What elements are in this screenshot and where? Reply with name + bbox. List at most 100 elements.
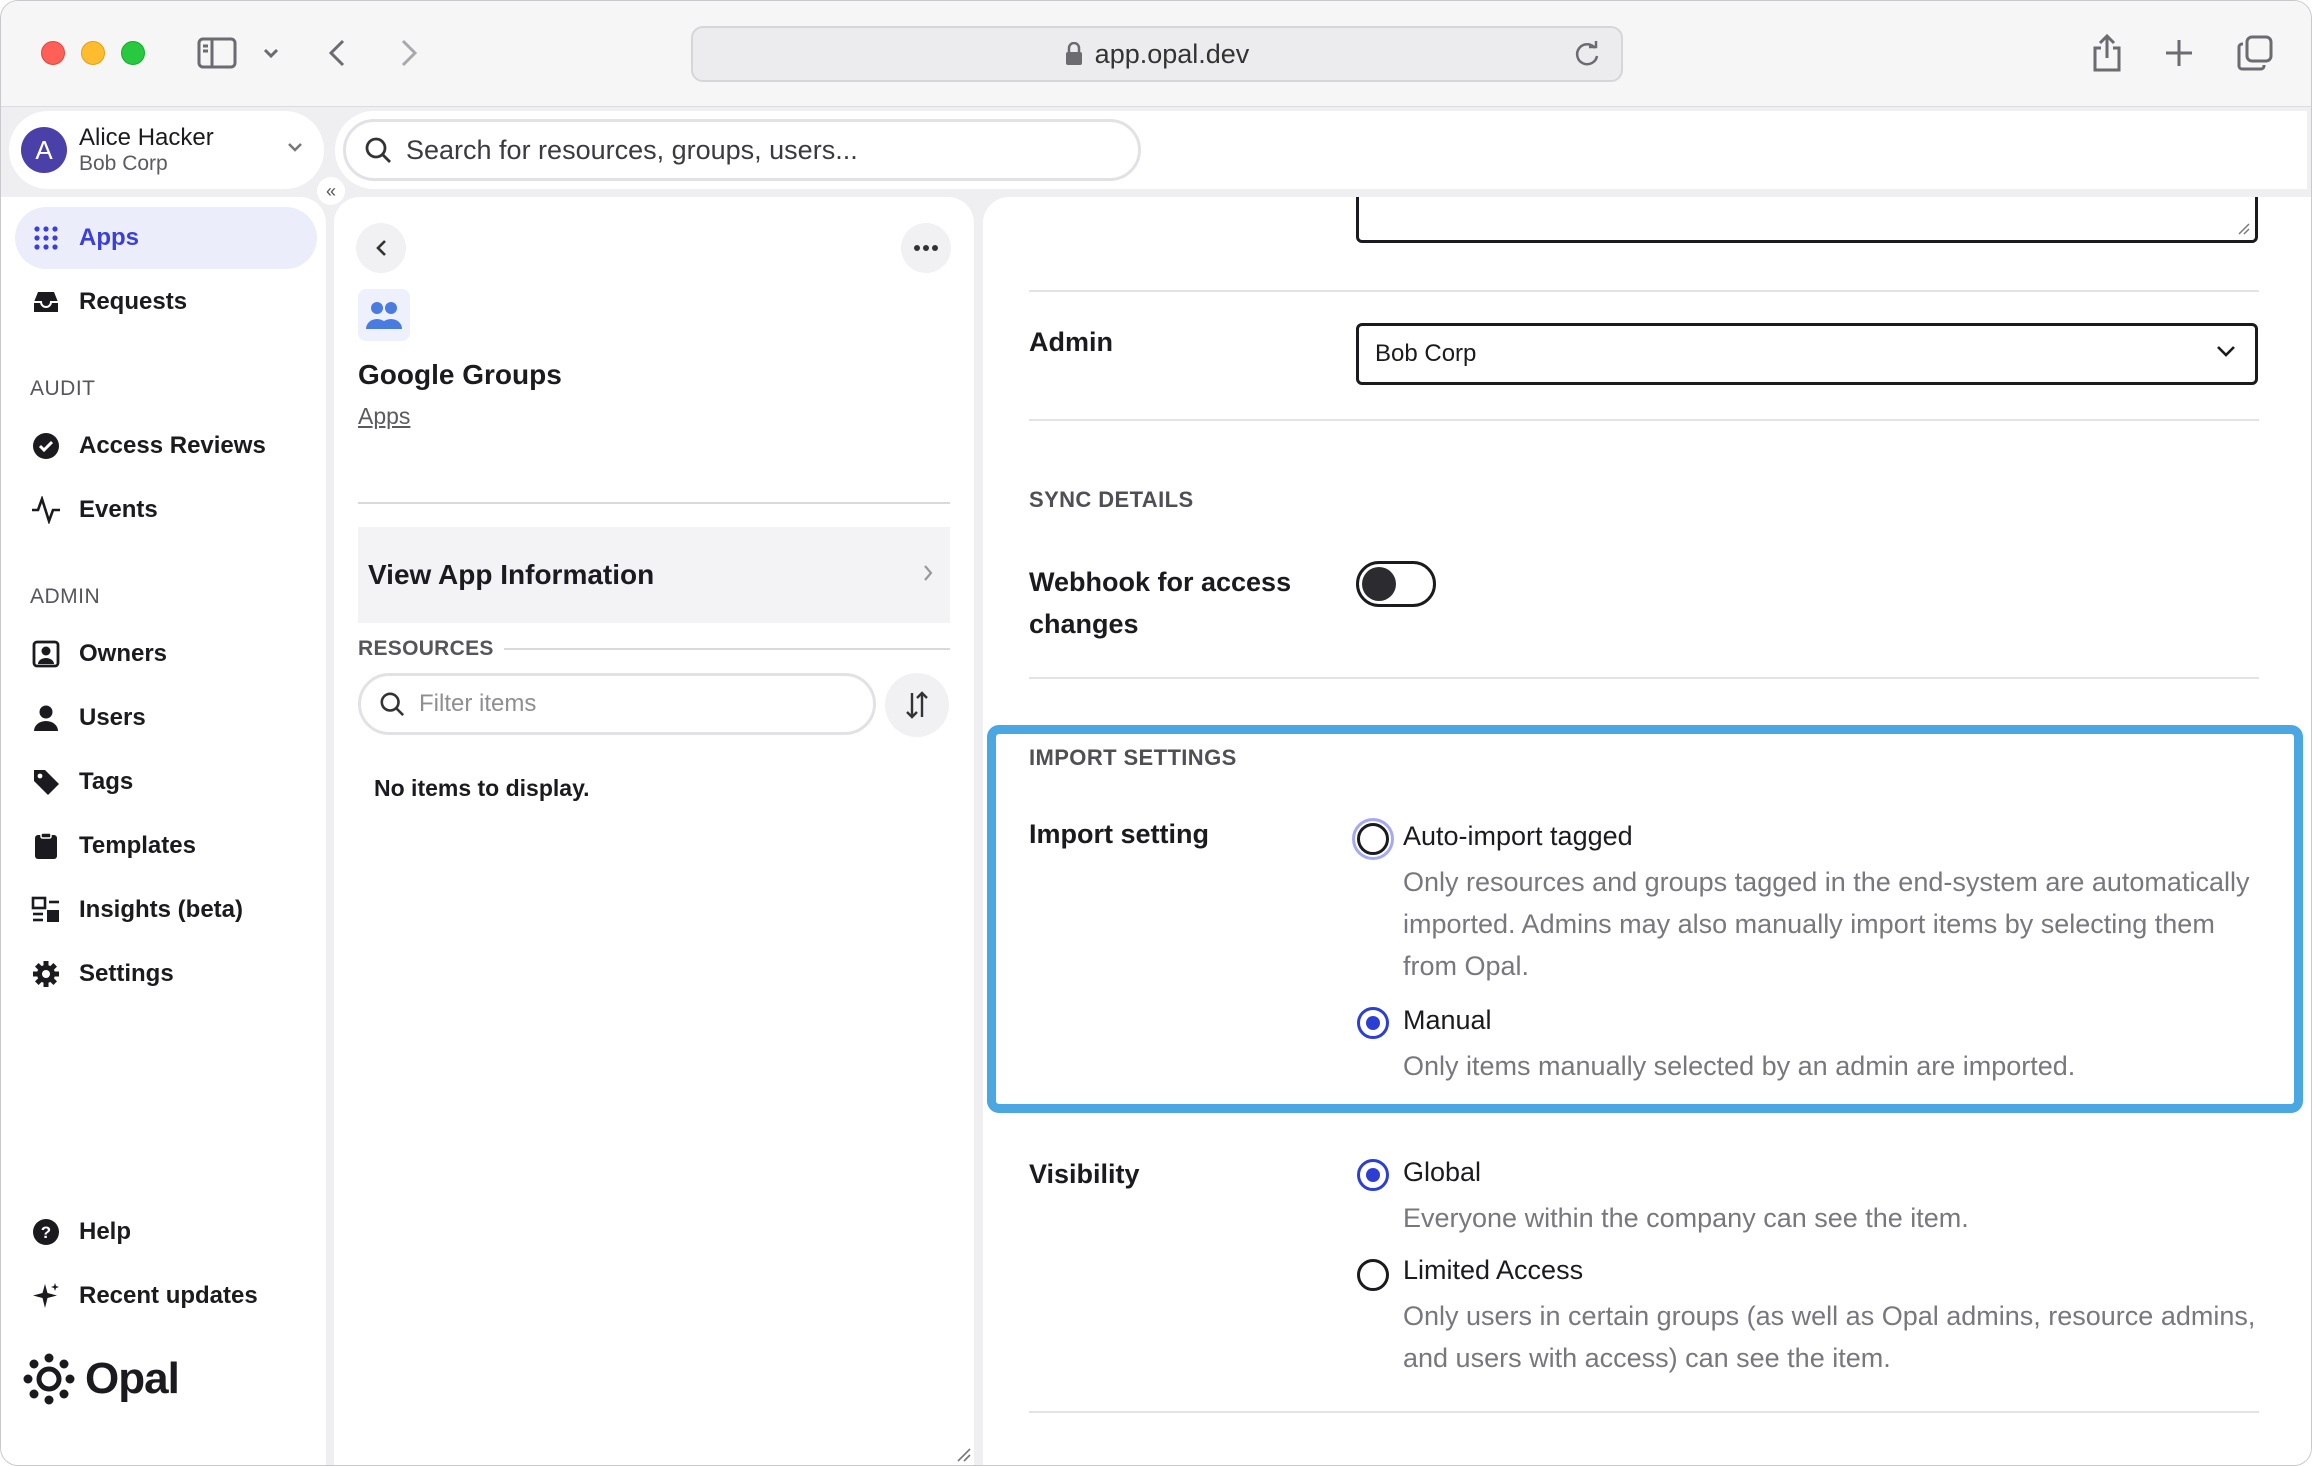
divider <box>1029 290 2259 292</box>
browser-window: app.opal.dev A Alice Hacker Bob Corp « S… <box>0 0 2312 1466</box>
sidebar-item-label: Owners <box>79 640 168 667</box>
radio-auto-import-tagged[interactable] <box>1352 818 1394 860</box>
sidebar-item-apps[interactable]: Apps <box>15 207 317 269</box>
google-groups-icon <box>358 289 410 341</box>
more-options-button[interactable] <box>901 223 951 273</box>
option-title: Manual <box>1403 1005 1492 1035</box>
sidebar-item-label: Insights (beta) <box>79 896 244 923</box>
resize-handle-icon[interactable] <box>956 1447 972 1465</box>
admin-section-label: ADMIN <box>30 585 101 608</box>
divider <box>1029 419 2259 421</box>
webhook-toggle[interactable] <box>1356 561 1436 607</box>
user-icon <box>31 703 61 733</box>
option-title: Global <box>1403 1157 1482 1187</box>
back-button[interactable] <box>356 223 406 273</box>
svg-text:?: ? <box>41 1223 51 1242</box>
reload-icon[interactable] <box>1573 40 1601 68</box>
radio-global[interactable] <box>1357 1159 1389 1191</box>
chevron-right-icon <box>924 565 933 581</box>
help-icon: ? <box>31 1217 61 1247</box>
option-description: Only items manually selected by an admin… <box>1403 1051 2076 1081</box>
sidebar-item-recent-updates[interactable]: Recent updates <box>15 1265 317 1327</box>
filter-items-field[interactable] <box>358 673 876 735</box>
sort-button[interactable] <box>885 673 949 737</box>
radio-limited-access[interactable] <box>1357 1259 1389 1291</box>
sidebar-item-owners[interactable]: Owners <box>15 623 317 685</box>
search-icon <box>380 692 405 717</box>
collapse-sidebar-icon[interactable]: « <box>317 177 345 205</box>
chevron-left-icon <box>376 240 386 256</box>
sidebar-item-tags[interactable]: Tags <box>15 751 317 813</box>
sidebar-item-templates[interactable]: Templates <box>15 815 317 877</box>
sidebar-item-label: Tags <box>79 768 134 795</box>
chevron-down-icon[interactable] <box>249 31 293 75</box>
sidebar-item-access-reviews[interactable]: Access Reviews <box>15 415 317 477</box>
sidebar-item-requests[interactable]: Requests <box>15 271 317 333</box>
check-circle-icon <box>31 431 61 461</box>
sidebar-item-label: Apps <box>79 224 139 251</box>
activity-icon <box>31 495 61 525</box>
apps-grid-icon <box>31 223 61 253</box>
import-setting-label: Import setting <box>1029 819 1209 849</box>
view-info-label: View App Information <box>368 559 655 590</box>
chevron-down-icon <box>2217 346 2235 357</box>
sidebar: Apps Requests AUDIT Access Reviews Event… <box>1 197 326 1465</box>
divider <box>1029 1411 2259 1413</box>
resources-label: RESOURCES <box>358 637 494 660</box>
url-text: app.opal.dev <box>1094 38 1250 69</box>
sidebar-toggle-icon[interactable] <box>195 31 239 75</box>
app-detail-panel: Google Groups Apps View App Information … <box>334 197 974 1465</box>
sort-arrows-icon <box>906 691 928 719</box>
sidebar-item-events[interactable]: Events <box>15 479 317 541</box>
global-search[interactable] <box>343 119 1141 181</box>
resize-handle-icon <box>2238 223 2250 235</box>
zoom-window-button[interactable] <box>121 41 145 65</box>
sidebar-item-label: Requests <box>79 288 188 315</box>
tab-overview-icon[interactable] <box>2233 31 2277 75</box>
divider <box>1029 677 2259 679</box>
chevron-down-icon <box>288 143 302 152</box>
forward-arrow-icon[interactable] <box>387 31 431 75</box>
back-arrow-icon[interactable] <box>315 31 359 75</box>
share-icon[interactable] <box>2085 31 2129 75</box>
view-app-information-button[interactable]: View App Information <box>358 527 950 623</box>
avatar: A <box>21 127 67 173</box>
address-bar[interactable]: app.opal.dev <box>691 26 1623 82</box>
sidebar-item-label: Templates <box>79 832 196 859</box>
inbox-icon <box>31 287 61 317</box>
divider <box>358 502 950 504</box>
toggle-knob <box>1362 567 1396 601</box>
audit-section-label: AUDIT <box>30 377 96 400</box>
browser-toolbar: app.opal.dev <box>1 1 2311 107</box>
radio-manual[interactable] <box>1357 1007 1389 1039</box>
close-window-button[interactable] <box>41 41 65 65</box>
account-switcher[interactable]: A Alice Hacker Bob Corp <box>9 111 324 189</box>
filter-input[interactable] <box>419 690 839 718</box>
sidebar-item-insights[interactable]: Insights (beta) <box>15 879 317 941</box>
sidebar-item-label: Events <box>79 496 158 523</box>
option-description: Everyone within the company can see the … <box>1403 1203 1969 1233</box>
import-settings-heading: IMPORT SETTINGS <box>1029 745 1237 770</box>
clipboard-icon <box>31 831 61 861</box>
insights-icon <box>31 895 61 925</box>
sidebar-item-users[interactable]: Users <box>15 687 317 749</box>
minimize-window-button[interactable] <box>81 41 105 65</box>
opal-logo: Opal <box>23 1353 180 1405</box>
sidebar-item-label: Help <box>79 1218 132 1245</box>
breadcrumb-link[interactable]: Apps <box>358 403 410 430</box>
option-description: Only resources and groups tagged in the … <box>1403 867 2250 981</box>
sidebar-item-label: Settings <box>79 960 174 987</box>
sidebar-item-label: Recent updates <box>79 1282 258 1309</box>
sidebar-item-label: Users <box>79 704 146 731</box>
empty-state-text: No items to display. <box>374 775 590 801</box>
search-icon <box>365 137 391 163</box>
new-tab-icon[interactable] <box>2157 31 2201 75</box>
sidebar-item-settings[interactable]: Settings <box>15 943 317 1005</box>
sync-details-heading: SYNC DETAILS <box>1029 487 1194 512</box>
option-description: Only users in certain groups (as well as… <box>1403 1301 2256 1373</box>
sidebar-item-help[interactable]: ? Help <box>15 1201 317 1263</box>
webhook-label: Webhook for access changes <box>1029 567 1292 639</box>
description-textarea[interactable] <box>1356 197 2258 243</box>
search-input[interactable] <box>406 134 1106 166</box>
admin-select[interactable]: Bob Corp <box>1356 323 2258 385</box>
